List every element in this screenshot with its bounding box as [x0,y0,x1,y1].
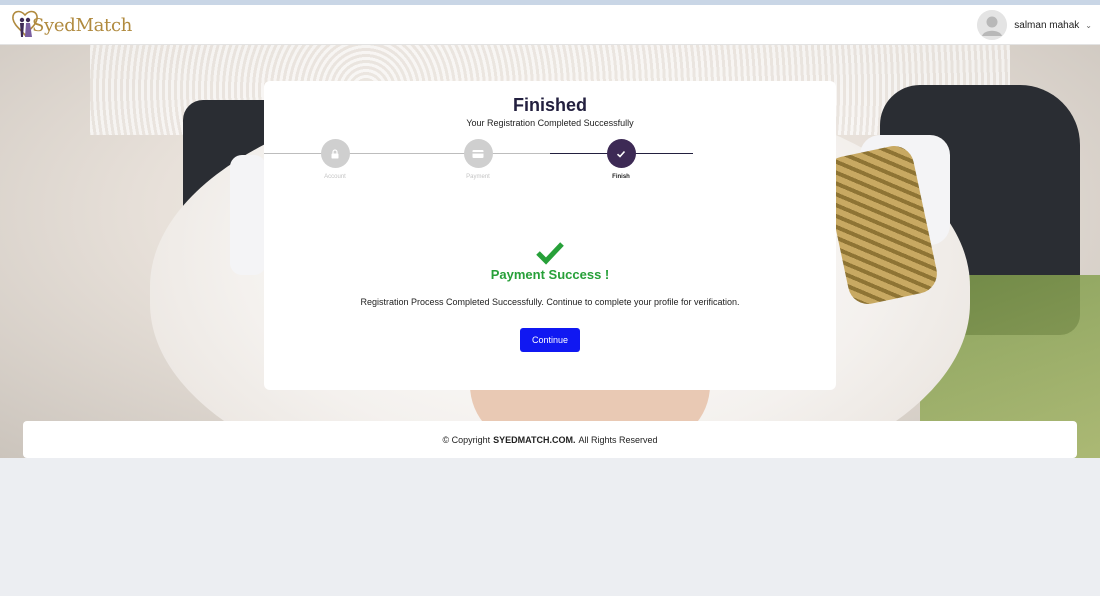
avatar [977,10,1008,40]
step-account: Account [305,139,365,180]
credit-card-icon [472,149,484,158]
copyright-prefix: © Copyright [442,434,491,445]
continue-button[interactable]: Continue [520,328,580,352]
step-payment-label: Payment [466,174,490,180]
step-finish-circle [606,139,636,168]
user-avatar-icon [977,10,1008,40]
footer: © Copyright SYEDMATCH.COM. All Rights Re… [23,421,1077,458]
page-title: Finished [512,95,587,115]
step-finish: Finish [591,139,651,180]
step-payment-circle [463,139,493,168]
success-title: Payment Success ! [490,267,610,282]
copyright-suffix: All Rights Reserved [578,434,658,445]
lock-icon [331,148,339,158]
site-logo[interactable]: SyedMatch [10,9,132,41]
step-payment: Payment [448,139,508,180]
step-account-circle [320,139,350,168]
navbar: SyedMatch salman mahak ⌄ [0,5,1100,45]
shirt-cuff-left [230,155,266,275]
page-subtitle: Your Registration Completed Successfully [466,118,634,128]
user-name: salman mahak [1014,19,1080,31]
step-finish-label: Finish [612,174,630,180]
copyright-site-link[interactable]: SYEDMATCH.COM. [493,435,575,445]
chevron-down-icon: ⌄ [1085,20,1092,30]
step-account-label: Account [324,174,346,180]
success-message: Registration Process Completed Successfu… [360,297,740,307]
check-icon [616,150,626,158]
user-menu[interactable]: salman mahak ⌄ [977,10,1092,40]
success-check-icon [536,242,564,265]
registration-card: Finished Your Registration Completed Suc… [264,81,836,390]
logo-text: SyedMatch [32,14,133,36]
